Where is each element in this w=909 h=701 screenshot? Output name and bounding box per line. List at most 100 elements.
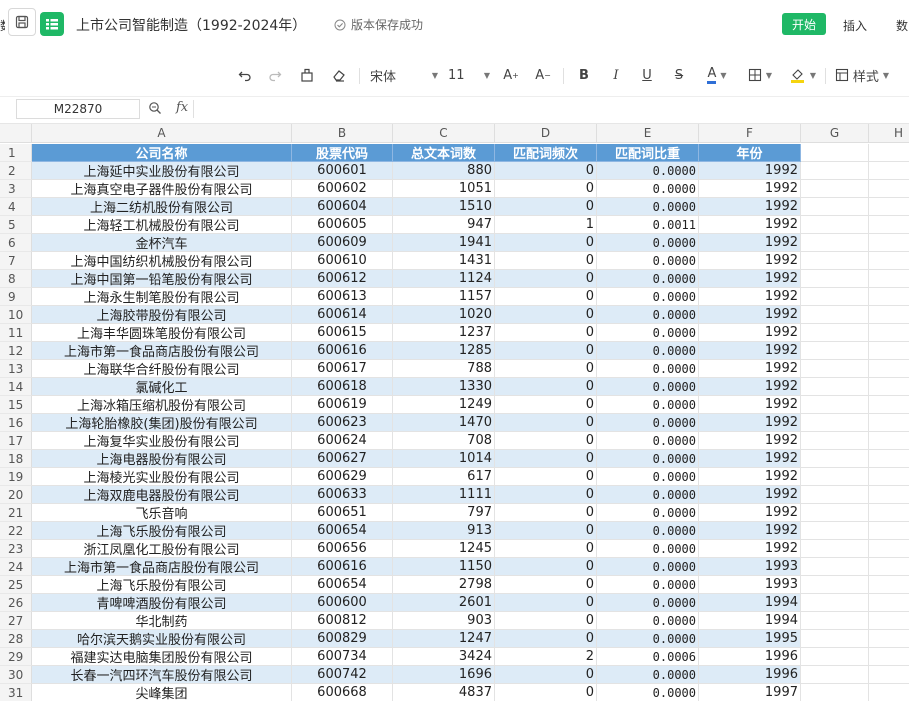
data-cell[interactable]: 金杯汽车 bbox=[32, 234, 292, 252]
data-cell[interactable]: 600609 bbox=[292, 234, 393, 252]
data-cell[interactable]: 0 bbox=[495, 306, 597, 324]
data-cell[interactable]: 0 bbox=[495, 162, 597, 180]
header-cell[interactable]: 匹配词比重 bbox=[597, 144, 699, 162]
data-cell[interactable]: 1237 bbox=[393, 324, 495, 342]
header-cell[interactable]: 年份 bbox=[699, 144, 801, 162]
empty-cell[interactable] bbox=[869, 144, 909, 162]
spreadsheet-app-icon[interactable] bbox=[40, 12, 64, 36]
empty-cell[interactable] bbox=[869, 576, 909, 594]
empty-cell[interactable] bbox=[801, 270, 869, 288]
data-cell[interactable]: 尖峰集团 bbox=[32, 684, 292, 701]
column-header-d[interactable]: D bbox=[495, 124, 597, 143]
data-cell[interactable]: 600615 bbox=[292, 324, 393, 342]
data-cell[interactable]: 0.0000 bbox=[597, 612, 699, 630]
row-header[interactable]: 19 bbox=[0, 468, 32, 486]
data-cell[interactable]: 0 bbox=[495, 288, 597, 306]
eraser-icon[interactable] bbox=[328, 64, 350, 86]
data-cell[interactable]: 飞乐音响 bbox=[32, 504, 292, 522]
row-header[interactable]: 28 bbox=[0, 630, 32, 648]
empty-cell[interactable] bbox=[869, 594, 909, 612]
empty-cell[interactable] bbox=[801, 342, 869, 360]
empty-cell[interactable] bbox=[869, 504, 909, 522]
empty-cell[interactable] bbox=[801, 324, 869, 342]
empty-cell[interactable] bbox=[801, 522, 869, 540]
empty-cell[interactable] bbox=[869, 288, 909, 306]
data-cell[interactable]: 0.0000 bbox=[597, 396, 699, 414]
empty-cell[interactable] bbox=[801, 216, 869, 234]
data-cell[interactable]: 600612 bbox=[292, 270, 393, 288]
header-cell[interactable]: 总文本词数 bbox=[393, 144, 495, 162]
data-cell[interactable]: 600602 bbox=[292, 180, 393, 198]
column-header-b[interactable]: B bbox=[292, 124, 393, 143]
data-cell[interactable]: 1994 bbox=[699, 612, 801, 630]
data-cell[interactable]: 上海市第一食品商店股份有限公司 bbox=[32, 558, 292, 576]
data-cell[interactable]: 2 bbox=[495, 648, 597, 666]
row-header[interactable]: 3 bbox=[0, 180, 32, 198]
data-cell[interactable]: 1431 bbox=[393, 252, 495, 270]
data-cell[interactable]: 600629 bbox=[292, 468, 393, 486]
data-cell[interactable]: 0.0000 bbox=[597, 162, 699, 180]
data-cell[interactable]: 0 bbox=[495, 234, 597, 252]
document-title[interactable]: 上市公司智能制造（1992-2024年） bbox=[76, 15, 306, 35]
row-header[interactable]: 16 bbox=[0, 414, 32, 432]
data-cell[interactable]: 上海飞乐股份有限公司 bbox=[32, 522, 292, 540]
data-cell[interactable]: 0.0000 bbox=[597, 504, 699, 522]
empty-cell[interactable] bbox=[801, 396, 869, 414]
data-cell[interactable]: 0.0000 bbox=[597, 630, 699, 648]
data-cell[interactable]: 0 bbox=[495, 576, 597, 594]
data-cell[interactable]: 上海飞乐股份有限公司 bbox=[32, 576, 292, 594]
empty-cell[interactable] bbox=[869, 612, 909, 630]
data-cell[interactable]: 上海永生制笔股份有限公司 bbox=[32, 288, 292, 306]
data-cell[interactable]: 600829 bbox=[292, 630, 393, 648]
data-cell[interactable]: 1992 bbox=[699, 216, 801, 234]
data-cell[interactable]: 947 bbox=[393, 216, 495, 234]
data-cell[interactable]: 1330 bbox=[393, 378, 495, 396]
data-cell[interactable]: 1992 bbox=[699, 288, 801, 306]
data-cell[interactable]: 0.0000 bbox=[597, 378, 699, 396]
empty-cell[interactable] bbox=[801, 468, 869, 486]
data-cell[interactable]: 上海市第一食品商店股份有限公司 bbox=[32, 342, 292, 360]
data-cell[interactable]: 1992 bbox=[699, 270, 801, 288]
row-header[interactable]: 10 bbox=[0, 306, 32, 324]
data-cell[interactable]: 1941 bbox=[393, 234, 495, 252]
data-cell[interactable]: 1247 bbox=[393, 630, 495, 648]
select-all-corner[interactable] bbox=[0, 124, 32, 143]
data-cell[interactable]: 0 bbox=[495, 522, 597, 540]
data-cell[interactable]: 0 bbox=[495, 612, 597, 630]
data-cell[interactable]: 0.0000 bbox=[597, 522, 699, 540]
empty-cell[interactable] bbox=[869, 216, 909, 234]
data-cell[interactable]: 1992 bbox=[699, 252, 801, 270]
data-cell[interactable]: 600651 bbox=[292, 504, 393, 522]
data-cell[interactable]: 0 bbox=[495, 414, 597, 432]
empty-cell[interactable] bbox=[869, 486, 909, 504]
empty-cell[interactable] bbox=[869, 684, 909, 701]
empty-cell[interactable] bbox=[801, 450, 869, 468]
row-header[interactable]: 27 bbox=[0, 612, 32, 630]
decrease-font-icon[interactable]: A − bbox=[532, 64, 554, 86]
empty-cell[interactable] bbox=[869, 648, 909, 666]
data-cell[interactable]: 1992 bbox=[699, 198, 801, 216]
row-header[interactable]: 13 bbox=[0, 360, 32, 378]
fill-color-icon[interactable]: ▼ bbox=[786, 64, 820, 86]
data-cell[interactable]: 600742 bbox=[292, 666, 393, 684]
empty-cell[interactable] bbox=[801, 558, 869, 576]
empty-cell[interactable] bbox=[869, 378, 909, 396]
data-cell[interactable]: 0.0000 bbox=[597, 594, 699, 612]
data-cell[interactable]: 0 bbox=[495, 468, 597, 486]
row-header[interactable]: 15 bbox=[0, 396, 32, 414]
empty-cell[interactable] bbox=[869, 396, 909, 414]
data-cell[interactable]: 哈尔滨天鹅实业股份有限公司 bbox=[32, 630, 292, 648]
data-cell[interactable]: 0 bbox=[495, 252, 597, 270]
data-cell[interactable]: 上海联华合纤股份有限公司 bbox=[32, 360, 292, 378]
data-cell[interactable]: 788 bbox=[393, 360, 495, 378]
data-cell[interactable]: 1992 bbox=[699, 234, 801, 252]
empty-cell[interactable] bbox=[801, 684, 869, 701]
data-cell[interactable]: 1992 bbox=[699, 468, 801, 486]
empty-cell[interactable] bbox=[801, 288, 869, 306]
data-cell[interactable]: 0 bbox=[495, 504, 597, 522]
font-family-select[interactable]: 宋体 ▼ bbox=[370, 64, 438, 86]
empty-cell[interactable] bbox=[869, 540, 909, 558]
empty-cell[interactable] bbox=[801, 144, 869, 162]
data-cell[interactable]: 0.0000 bbox=[597, 468, 699, 486]
data-cell[interactable]: 0.0000 bbox=[597, 486, 699, 504]
